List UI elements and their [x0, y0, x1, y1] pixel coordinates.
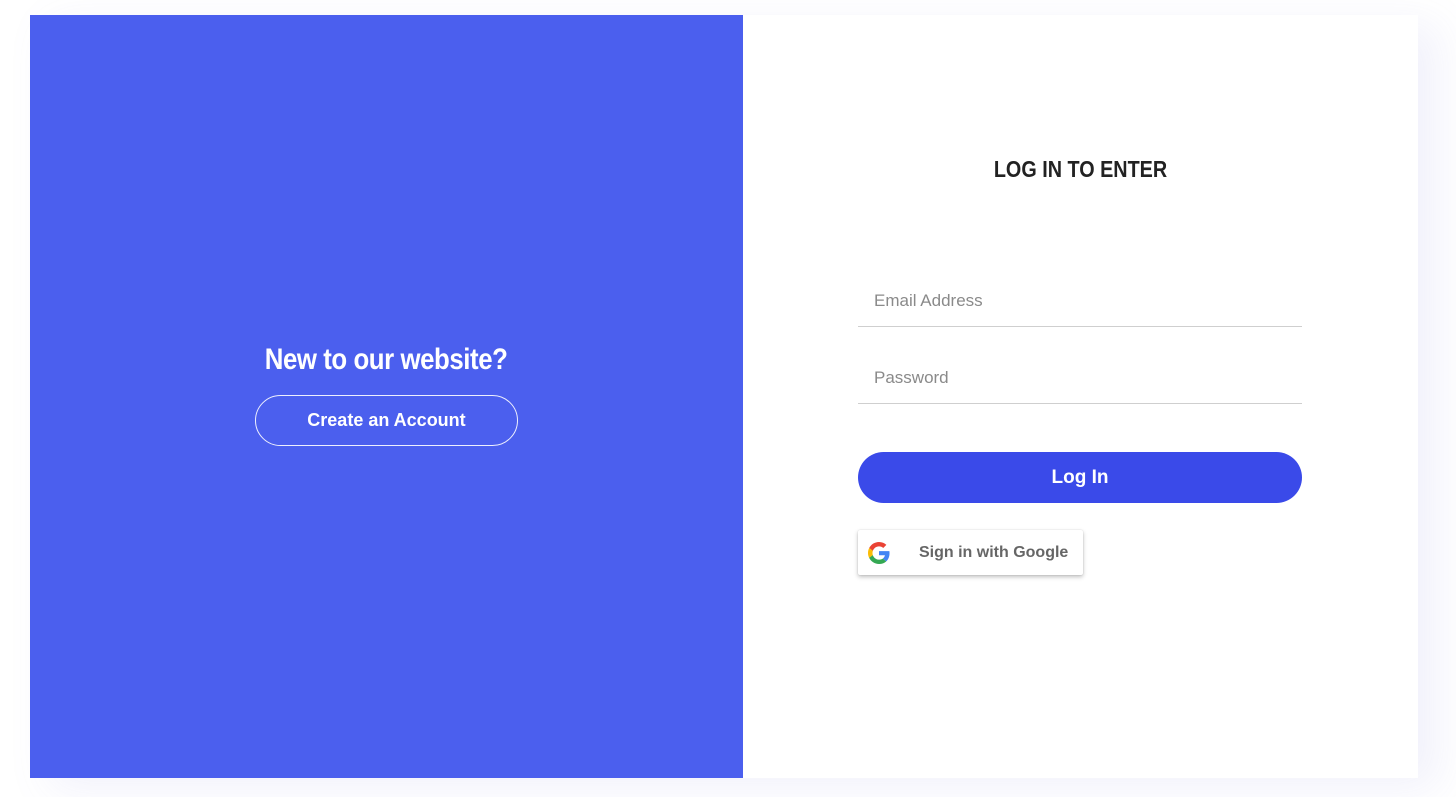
signup-panel: New to our website? Create an Account: [30, 15, 743, 778]
create-account-button[interactable]: Create an Account: [254, 395, 518, 446]
google-signin-label: Sign in with Google: [919, 543, 1069, 561]
login-title: LOG IN TO ENTER: [993, 156, 1168, 182]
email-field-wrapper: [858, 275, 1302, 327]
login-panel: LOG IN TO ENTER Log In Sign in with G: [743, 15, 1418, 778]
google-g-icon: [867, 541, 891, 565]
signup-title: New to our website?: [265, 343, 508, 376]
login-button[interactable]: Log In: [858, 452, 1302, 503]
password-field[interactable]: [858, 352, 1302, 403]
google-signin-button[interactable]: Sign in with Google: [858, 530, 1083, 575]
email-field[interactable]: [858, 275, 1302, 326]
signup-content: New to our website? Create an Account: [245, 343, 527, 446]
page: New to our website? Create an Account LO…: [0, 0, 1456, 797]
password-field-wrapper: [858, 352, 1302, 404]
auth-card: New to our website? Create an Account LO…: [30, 15, 1418, 778]
